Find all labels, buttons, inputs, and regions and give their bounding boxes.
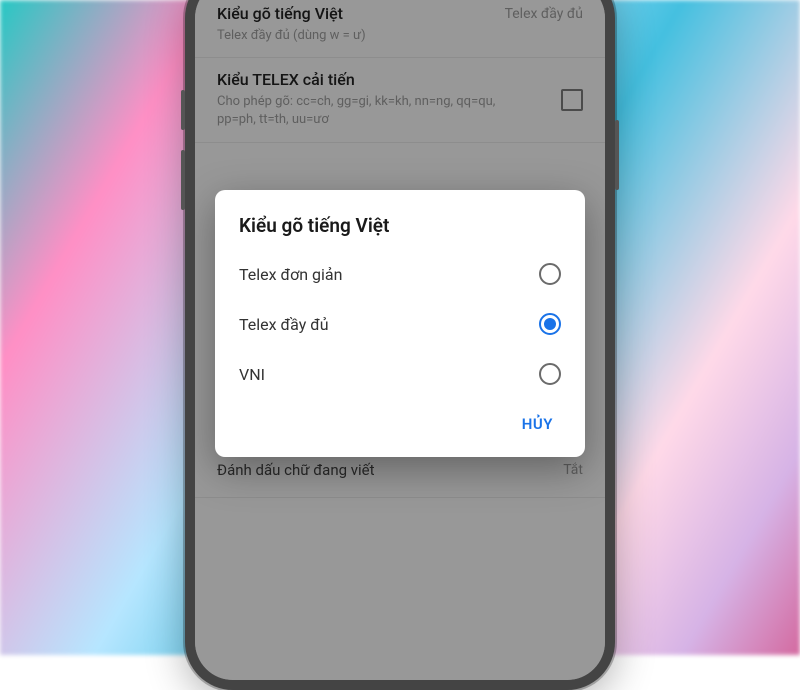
- phone-screen: Kiểu gõ tiếng Việt Telex đầy đủ (dùng w …: [195, 0, 605, 680]
- phone-side-button: [181, 150, 185, 210]
- phone-side-button: [615, 120, 619, 190]
- dialog-input-method: Kiểu gõ tiếng Việt Telex đơn giản Telex …: [215, 190, 585, 457]
- radio-unchecked-icon[interactable]: [539, 263, 561, 285]
- option-label: Telex đầy đủ: [239, 315, 329, 334]
- option-telex-full[interactable]: Telex đầy đủ: [215, 299, 585, 349]
- cancel-button[interactable]: HỦY: [510, 407, 565, 441]
- option-telex-simple[interactable]: Telex đơn giản: [215, 249, 585, 299]
- phone-side-button: [181, 90, 185, 130]
- dialog-title: Kiểu gõ tiếng Việt: [215, 214, 585, 249]
- radio-checked-icon[interactable]: [539, 313, 561, 335]
- option-label: VNI: [239, 365, 265, 384]
- option-label: Telex đơn giản: [239, 265, 342, 284]
- dialog-actions: HỦY: [215, 399, 585, 449]
- phone-frame: Kiểu gõ tiếng Việt Telex đầy đủ (dùng w …: [185, 0, 615, 690]
- option-vni[interactable]: VNI: [215, 349, 585, 399]
- radio-unchecked-icon[interactable]: [539, 363, 561, 385]
